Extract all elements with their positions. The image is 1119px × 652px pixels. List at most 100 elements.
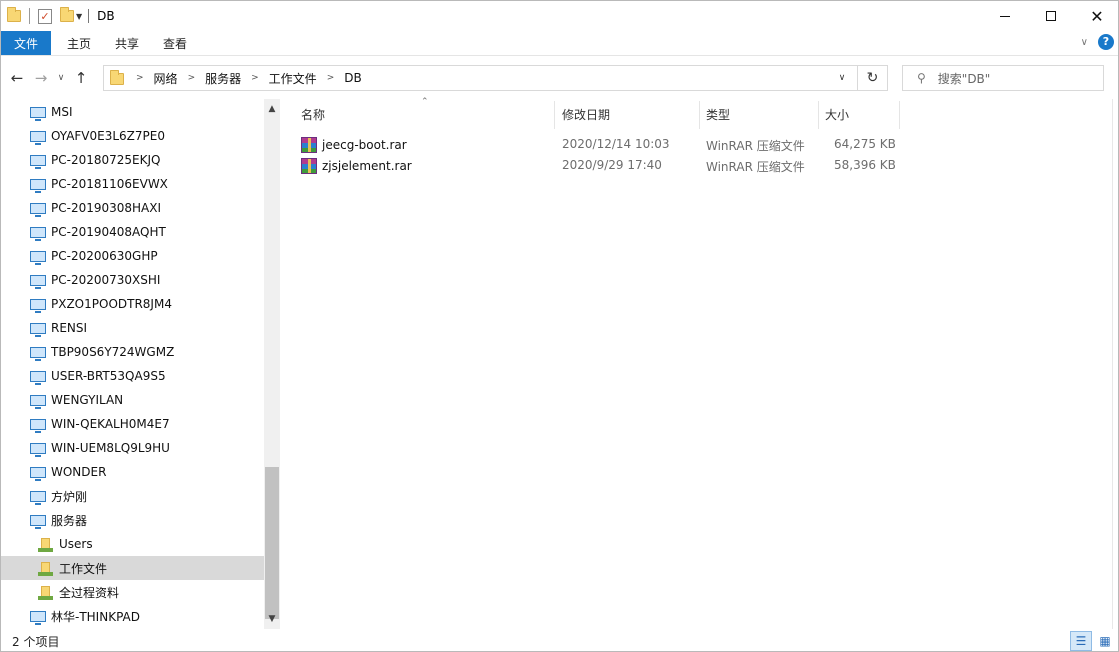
nav-item[interactable]: 方炉刚: [1, 484, 264, 508]
file-type: WinRAR 压缩文件: [706, 160, 805, 174]
recent-locations-chevron-icon[interactable]: ∨: [54, 73, 68, 83]
shared-folder-icon: [38, 561, 53, 576]
computer-icon: [30, 442, 46, 457]
file-size: 64,275 KB: [834, 137, 896, 151]
column-divider[interactable]: [818, 101, 819, 129]
sort-ascending-icon: ⌃: [421, 97, 429, 107]
title-bar: ✓ ▼ DB ✕: [1, 1, 1118, 31]
column-header-modified[interactable]: 修改日期: [562, 101, 610, 127]
breadcrumb-chevron-icon[interactable]: >: [188, 73, 196, 83]
nav-item-label: 方炉刚: [51, 489, 88, 504]
nav-item[interactable]: RENSI: [1, 316, 264, 340]
tab-home[interactable]: 主页: [55, 31, 103, 55]
nav-item[interactable]: OYAFV0E3L6Z7PE0: [1, 124, 264, 148]
computer-icon: [30, 298, 46, 313]
details-view-icon[interactable]: ☰: [1070, 631, 1092, 651]
nav-item[interactable]: WIN-QEKALH0M4E7: [1, 412, 264, 436]
scrollbar-thumb[interactable]: [265, 467, 279, 619]
nav-item[interactable]: PC-20200630GHP: [1, 244, 264, 268]
nav-item-label: PC-20190408AQHT: [51, 225, 166, 239]
search-placeholder: 搜索"DB": [937, 71, 991, 86]
nav-item[interactable]: PC-20190308HAXI: [1, 196, 264, 220]
computer-icon: [30, 274, 46, 289]
nav-item[interactable]: WIN-UEM8LQ9L9HU: [1, 436, 264, 460]
help-icon[interactable]: ?: [1098, 34, 1114, 50]
nav-item[interactable]: MSI: [1, 100, 264, 124]
breadcrumb-server[interactable]: 服务器: [205, 70, 241, 87]
nav-item-label: PC-20200630GHP: [51, 249, 158, 263]
nav-item-label: PC-20200730XSHI: [51, 273, 161, 287]
breadcrumb-chevron-icon[interactable]: >: [327, 73, 335, 83]
computer-icon: [30, 346, 46, 361]
computer-icon: [30, 202, 46, 217]
nav-item-label: 服务器: [51, 513, 88, 528]
tab-view[interactable]: 查看: [151, 31, 199, 55]
scroll-down-icon[interactable]: ▼: [264, 611, 280, 627]
tab-share[interactable]: 共享: [103, 31, 151, 55]
minimize-button[interactable]: [982, 1, 1028, 31]
column-divider[interactable]: [554, 101, 555, 129]
nav-item[interactable]: USER-BRT53QA9S5: [1, 364, 264, 388]
computer-icon: [30, 250, 46, 265]
column-header-name[interactable]: 名称: [301, 101, 325, 127]
nav-item[interactable]: PXZO1POODTR8JM4: [1, 292, 264, 316]
up-arrow-icon[interactable]: ↑: [70, 69, 92, 87]
nav-item-label: Users: [59, 537, 93, 551]
nav-item[interactable]: 工作文件: [1, 556, 264, 580]
properties-icon[interactable]: ✓: [38, 8, 52, 24]
nav-item-label: RENSI: [51, 321, 88, 335]
back-arrow-icon[interactable]: ←: [6, 69, 28, 87]
nav-item[interactable]: PC-20200730XSHI: [1, 268, 264, 292]
close-icon: ✕: [1090, 6, 1104, 26]
large-icons-view-icon[interactable]: ▦: [1094, 631, 1116, 651]
scroll-up-icon[interactable]: ▲: [264, 101, 280, 117]
new-folder-icon[interactable]: [60, 7, 74, 22]
navigation-scrollbar[interactable]: ▲ ▼: [264, 99, 280, 629]
nav-item-label: MSI: [51, 105, 73, 119]
computer-icon: [30, 370, 46, 385]
toolbar-divider: [29, 8, 30, 24]
column-header-size[interactable]: 大小: [825, 101, 849, 127]
nav-item-label: PC-20190308HAXI: [51, 201, 162, 215]
computer-icon: [30, 418, 46, 433]
address-bar[interactable]: > 网络 > 服务器 > 工作文件 > DB ∨ ↻: [103, 65, 888, 91]
nav-item-label: 工作文件: [59, 561, 108, 576]
tab-file[interactable]: 文件: [1, 31, 51, 55]
nav-item[interactable]: WONDER: [1, 460, 264, 484]
nav-item[interactable]: WENGYILAN: [1, 388, 264, 412]
file-row[interactable]: zjsjelement.rar 2020/9/29 17:40 WinRAR 压…: [301, 155, 896, 176]
status-bar: 2 个项目 ☰ ▦: [1, 629, 1118, 651]
breadcrumb-chevron-icon[interactable]: >: [136, 73, 144, 83]
column-divider[interactable]: [699, 101, 700, 129]
computer-icon: [30, 514, 46, 529]
nav-item[interactable]: 林华-THINKPAD: [1, 604, 264, 628]
shared-folder-icon: [38, 585, 53, 600]
nav-item[interactable]: PC-20180725EKJQ: [1, 148, 264, 172]
pane-divider: [1112, 99, 1113, 629]
nav-item[interactable]: 服务器: [1, 508, 264, 532]
forward-arrow-icon[interactable]: →: [30, 69, 52, 87]
breadcrumb-work-files[interactable]: 工作文件: [269, 70, 317, 87]
file-row[interactable]: jeecg-boot.rar 2020/12/14 10:03 WinRAR 压…: [301, 134, 896, 155]
nav-item[interactable]: PC-20190408AQHT: [1, 220, 264, 244]
maximize-button[interactable]: [1028, 1, 1074, 31]
nav-item[interactable]: 全过程资料: [1, 580, 264, 604]
expand-ribbon-chevron-icon[interactable]: ∨: [1081, 37, 1088, 48]
address-history-chevron-icon[interactable]: ∨: [833, 66, 851, 90]
nav-item[interactable]: TBP90S6Y724WGMZ: [1, 340, 264, 364]
column-divider[interactable]: [899, 101, 900, 129]
customize-toolbar-chevron-icon[interactable]: ▼: [76, 12, 82, 21]
search-box[interactable]: ⚲ 搜索"DB": [902, 65, 1104, 91]
breadcrumb-network[interactable]: 网络: [154, 70, 178, 87]
nav-item[interactable]: PC-20181106EVWX: [1, 172, 264, 196]
breadcrumb-db[interactable]: DB: [344, 71, 361, 85]
column-header-type[interactable]: 类型: [706, 101, 730, 127]
breadcrumb-chevron-icon[interactable]: >: [251, 73, 259, 83]
refresh-icon[interactable]: ↻: [857, 66, 887, 90]
close-button[interactable]: ✕: [1074, 1, 1118, 31]
explorer-window: ✓ ▼ DB ✕ 文件 主页 共享 查看 ∨ ? ← → ∨ ↑ > 网络 > …: [0, 0, 1119, 652]
nav-item[interactable]: Users: [1, 532, 264, 556]
computer-icon: [30, 394, 46, 409]
file-name: zjsjelement.rar: [322, 158, 412, 173]
file-modified: 2020/9/29 17:40: [562, 158, 662, 172]
